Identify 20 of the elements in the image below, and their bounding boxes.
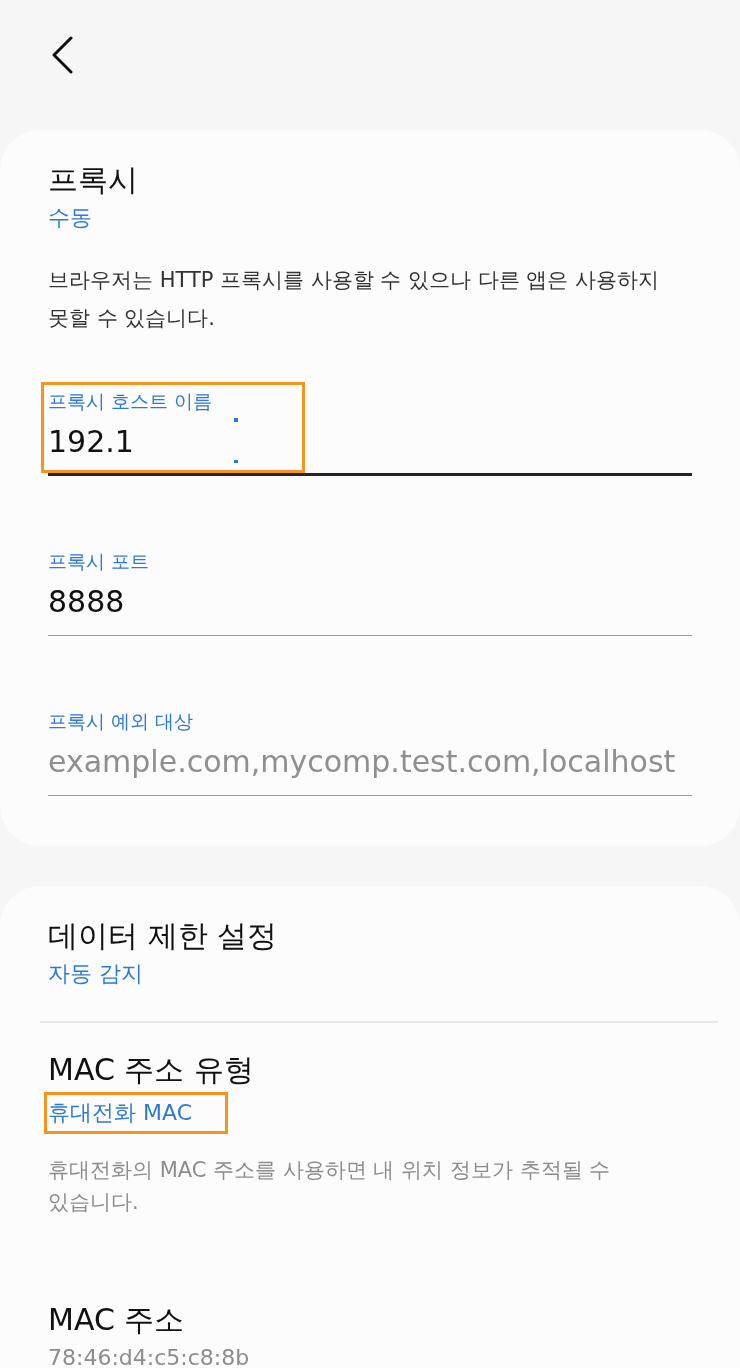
setting-value: 자동 감지 [48, 961, 143, 986]
field-value: 192.1 [48, 423, 134, 461]
back-icon [50, 36, 74, 74]
setting-title: 데이터 제한 설정 [48, 917, 279, 955]
text-field[interactable]: 프록시 호스트 이름 192.1 [48, 382, 692, 476]
field-label: 프록시 호스트 이름 [48, 389, 214, 414]
section-value: 수동 [48, 204, 93, 232]
section-description: 브라우저는 HTTP 프록시를 사용할 수 있으나 다른 앱은 사용하지 못할 수 있습니다. [48, 267, 661, 332]
setting-value: 휴대전화 MAC [48, 1099, 192, 1127]
setting-title: MAC 주소 [48, 1301, 186, 1339]
setting-value: 78:46:d4:c5:c8:8b [48, 1345, 250, 1368]
field-label: 프록시 포트 [48, 549, 151, 574]
section-title: 프록시 [48, 161, 139, 199]
setting-description: 휴대전화의 MAC 주소를 사용하면 내 위치 정보가 추적될 수 있습니다. [48, 1157, 612, 1216]
field-placeholder: example.com,mycomp.test.com,localhost [48, 743, 676, 781]
setting-title: MAC 주소 유형 [48, 1051, 255, 1089]
text-field[interactable]: 프록시 포트 8888 [48, 548, 692, 636]
text-field[interactable]: 프록시 예외 대상 example.com,mycomp.test.com,localhost [48, 708, 692, 796]
field-label: 프록시 예외 대상 [48, 709, 195, 734]
field-value: 8888 [48, 583, 125, 621]
